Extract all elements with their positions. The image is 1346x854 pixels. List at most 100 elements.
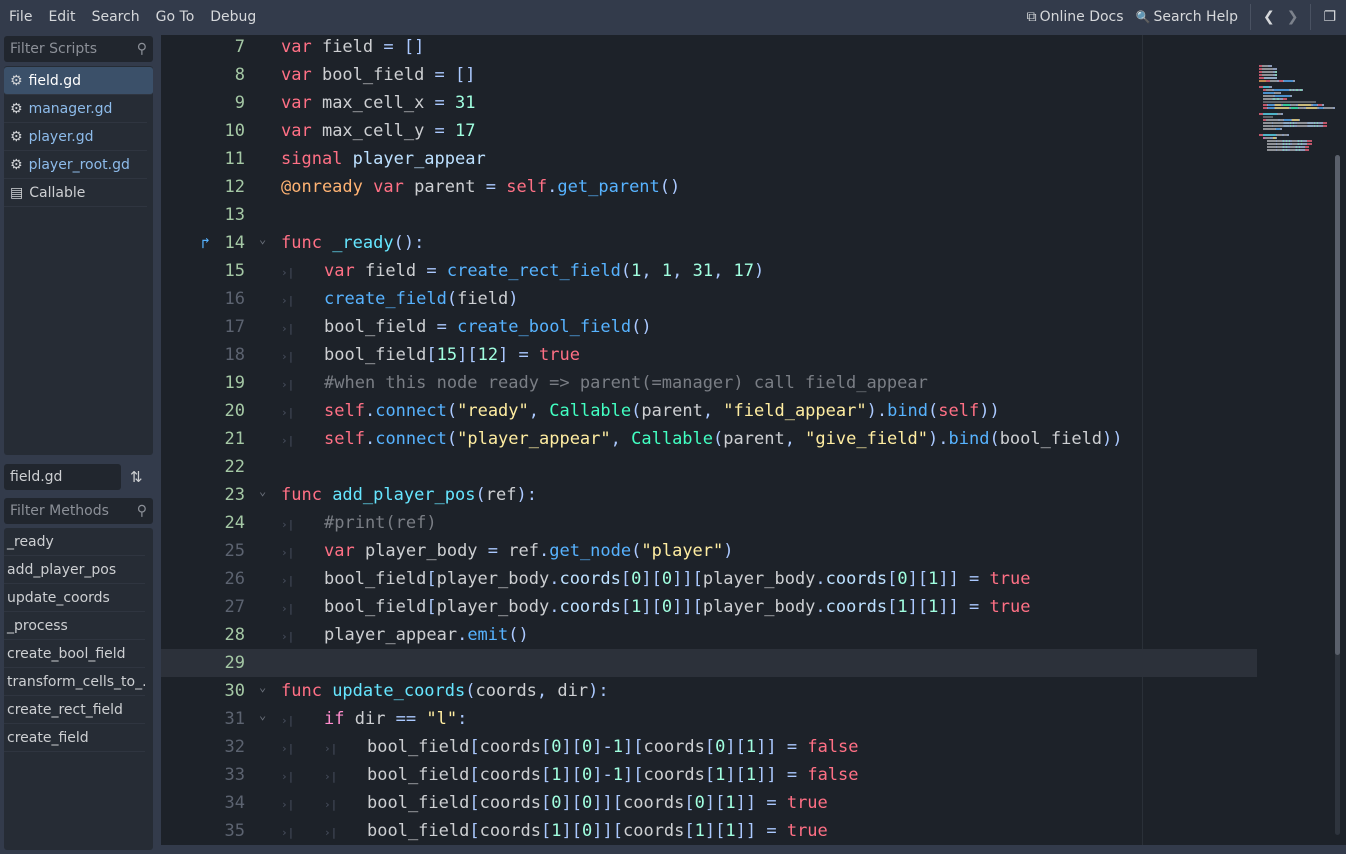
code-line[interactable]: 24 ›| #print(ref) — [161, 509, 1257, 537]
code-line[interactable]: 13 — [161, 201, 1257, 229]
script-item[interactable]: ⚙ player_root.gd — [4, 151, 147, 179]
method-item[interactable]: create_bool_field — [4, 640, 145, 668]
code-line[interactable]: 20 ›| self.connect("ready", Callable(paren… — [161, 397, 1257, 425]
code-line[interactable]: 15 ›| var field = create_rect_field(1, 1, … — [161, 257, 1257, 285]
script-item[interactable]: ▤ Callable — [4, 179, 147, 207]
code-token: emit — [467, 625, 509, 645]
sort-icon[interactable]: ⇅ — [130, 468, 143, 486]
line-number: 20 — [224, 401, 245, 421]
fold-chevron-icon[interactable]: ⌄ — [259, 225, 266, 253]
minimap-mark — [1268, 65, 1272, 67]
filter-methods-placeholder: Filter Methods — [10, 503, 109, 519]
code-line[interactable]: 27 ›| bool_field[player_body.coords[1][0]]… — [161, 593, 1257, 621]
method-item[interactable]: update_coords — [4, 584, 145, 612]
search-help-button[interactable]: 🔍 Search Help — [1130, 9, 1244, 25]
code-token: [ — [469, 737, 480, 757]
code-editor[interactable]: 7 var field = [] 8 var bool_field = [] 9 var … — [161, 35, 1346, 845]
code-token: var — [324, 541, 355, 561]
minimap-mark — [1291, 107, 1298, 109]
code-token: ): — [516, 485, 537, 505]
code-token: parent — [403, 177, 486, 197]
code-line[interactable]: 8 var bool_field = [] — [161, 61, 1257, 89]
minimap[interactable] — [1257, 35, 1337, 175]
code-line[interactable]: 11 signal player_appear — [161, 145, 1257, 173]
code-token: Callable — [631, 429, 714, 449]
code-token: ): — [588, 681, 609, 701]
code-token: , — [610, 429, 632, 449]
method-item[interactable]: create_rect_field — [4, 696, 145, 724]
minimap-mark — [1263, 125, 1272, 127]
code-line[interactable]: 21 ›| self.connect("player_appear", Callab… — [161, 425, 1257, 453]
code-line[interactable]: 22 — [161, 453, 1257, 481]
windows-icon: ❐ — [1323, 9, 1336, 25]
script-item[interactable]: ⚙ field.gd — [4, 67, 153, 95]
script-item[interactable]: ⚙ player.gd — [4, 123, 147, 151]
search-help-label: Search Help — [1153, 9, 1238, 25]
code-token: 1 — [725, 821, 736, 841]
fold-chevron-icon[interactable]: ⌄ — [259, 477, 266, 505]
method-item[interactable]: create_field — [4, 724, 145, 752]
online-docs-button[interactable]: ⧉ Online Docs — [1021, 9, 1130, 25]
script-item[interactable]: ⚙ manager.gd — [4, 95, 147, 123]
code-token: 31 — [455, 93, 476, 113]
method-item[interactable]: _process — [4, 612, 145, 640]
code-line[interactable]: 16 ›| create_field(field) — [161, 285, 1257, 313]
code-token: bool_field — [999, 429, 1103, 449]
code-line[interactable]: 17 ›| bool_field = create_bool_field() — [161, 313, 1257, 341]
code-text: ›| ›| bool_field[coords[0][0]][coords[0][1… — [281, 789, 828, 819]
code-line[interactable]: 14 ↱ ⌄ func _ready(): — [161, 229, 1257, 257]
menu-file[interactable]: File — [0, 9, 40, 25]
code-token: "player_appear" — [457, 429, 611, 449]
code-line[interactable]: 7 var field = [] — [161, 35, 1257, 61]
code-text: ›| if dir == "l": — [281, 705, 467, 735]
code-line[interactable]: 23 ⌄ func add_player_pos(ref): — [161, 481, 1257, 509]
code-line[interactable]: 10 var max_cell_y = 17 — [161, 117, 1257, 145]
code-line[interactable]: 26 ›| bool_field[player_body.coords[0][0]]… — [161, 565, 1257, 593]
code-line[interactable]: 34 ›| ›| bool_field[coords[0][0]][coords[0]… — [161, 789, 1257, 817]
code-token: ][ — [704, 821, 726, 841]
forward-button[interactable]: ❯ — [1281, 9, 1305, 25]
minimap-mark — [1263, 98, 1272, 100]
fold-chevron-icon[interactable]: ⌄ — [259, 673, 266, 701]
back-button[interactable]: ❮ — [1257, 9, 1281, 25]
code-text: ›| player_appear.emit() — [281, 621, 529, 651]
menu-debug[interactable]: Debug — [202, 9, 264, 25]
scrollbar-thumb[interactable] — [1335, 155, 1340, 655]
code-token: () — [659, 177, 681, 197]
code-line[interactable]: 32 ›| ›| bool_field[coords[0][0]-1][coords[… — [161, 733, 1257, 761]
code-line[interactable]: 9 var max_cell_x = 31 — [161, 89, 1257, 117]
method-item[interactable]: add_player_pos — [4, 556, 145, 584]
code-line[interactable]: 29 — [161, 649, 1257, 677]
filter-methods-input[interactable]: Filter Methods ⚲ — [4, 498, 153, 524]
tab-indicator-icon: ›| — [281, 602, 295, 615]
code-token: self — [324, 429, 365, 449]
code-line[interactable]: 31 ⌄ ›| if dir == "l": — [161, 705, 1257, 733]
menu-edit[interactable]: Edit — [40, 9, 83, 25]
method-item[interactable]: transform_cells_to_... — [4, 668, 145, 696]
code-line[interactable]: 30 ⌄ func update_coords(coords, dir): — [161, 677, 1257, 705]
code-token: )) — [1102, 429, 1123, 449]
menu-go-to[interactable]: Go To — [148, 9, 203, 25]
code-token: #when this node ready => parent(=manager… — [324, 373, 928, 393]
menu-search[interactable]: Search — [84, 9, 148, 25]
code-line[interactable]: 28 ›| player_appear.emit() — [161, 621, 1257, 649]
vertical-scrollbar[interactable] — [1335, 155, 1340, 835]
filter-scripts-input[interactable]: Filter Scripts ⚲ — [4, 36, 153, 62]
code-line[interactable]: 18 ›| bool_field[15][12] = true — [161, 341, 1257, 369]
method-item[interactable]: _ready — [4, 528, 145, 556]
tab-indicator-icon: ›| — [324, 742, 338, 755]
code-token: 17 — [733, 261, 755, 281]
code-line[interactable]: 33 ›| ›| bool_field[coords[1][0]-1][coords[… — [161, 761, 1257, 789]
line-number: 28 — [224, 625, 245, 645]
script-item-label: Callable — [29, 184, 86, 201]
code-line[interactable]: 35 ›| ›| bool_field[coords[1][0]][coords[1]… — [161, 817, 1257, 845]
code-text: ›| ›| bool_field[coords[1][0]-1][coords[1]… — [281, 761, 859, 791]
code-text: signal player_appear — [281, 145, 486, 173]
distraction-free-button[interactable]: ❐ — [1317, 9, 1346, 25]
code-line[interactable]: 12 @onready var parent = self.get_parent(… — [161, 173, 1257, 201]
fold-chevron-icon[interactable]: ⌄ — [259, 701, 266, 729]
code-line[interactable]: 25 ›| var player_body = ref.get_node("play… — [161, 537, 1257, 565]
code-line[interactable]: 19 ›| #when this node ready => parent(=man… — [161, 369, 1257, 397]
code-token: [ — [426, 345, 437, 365]
minimap-mark — [1275, 95, 1290, 97]
